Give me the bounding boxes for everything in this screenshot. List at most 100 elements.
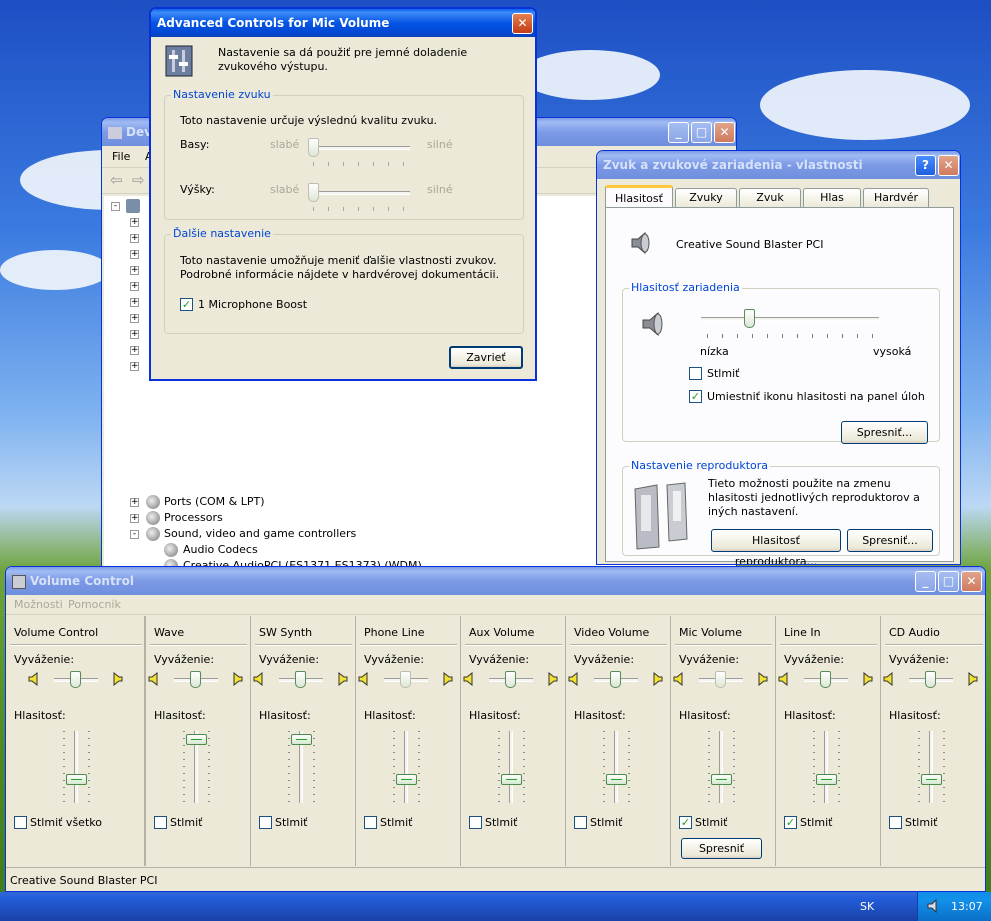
advanced-button[interactable]: Spresniť bbox=[681, 838, 762, 859]
close-button[interactable]: ✕ bbox=[714, 122, 735, 143]
microphone-boost-label: 1 Microphone Boost bbox=[198, 298, 308, 311]
volume-slider[interactable] bbox=[396, 773, 417, 785]
balance-slider[interactable] bbox=[190, 671, 201, 688]
expander[interactable]: + bbox=[130, 498, 139, 507]
right-speaker-icon bbox=[441, 671, 453, 687]
divider bbox=[885, 644, 983, 646]
mute-checkbox[interactable] bbox=[259, 816, 272, 829]
mute-checkbox[interactable]: ✓ bbox=[784, 816, 797, 829]
volume-label: Hlasitosť: bbox=[574, 709, 626, 722]
mute-checkbox[interactable] bbox=[154, 816, 167, 829]
expander[interactable]: + bbox=[130, 514, 139, 523]
back-arrow-icon[interactable]: ⇦ bbox=[110, 171, 123, 189]
volume-control-titlebar[interactable]: Volume Control _ □ ✕ bbox=[6, 567, 985, 595]
volume-slider[interactable] bbox=[606, 773, 627, 785]
mute-checkbox[interactable]: ✓ bbox=[679, 816, 692, 829]
balance-slider[interactable] bbox=[505, 671, 516, 688]
microphone-boost-checkbox[interactable]: ✓ bbox=[180, 298, 193, 311]
balance-slider[interactable] bbox=[925, 671, 936, 688]
expander[interactable]: + bbox=[130, 314, 139, 323]
device-volume-slider[interactable] bbox=[744, 309, 756, 328]
expander[interactable]: + bbox=[130, 218, 139, 227]
minimize-button[interactable]: _ bbox=[915, 571, 936, 592]
tab-hlas[interactable]: Hlas bbox=[803, 188, 861, 207]
mute-label: Stlmiť bbox=[380, 816, 413, 829]
balance-slider[interactable] bbox=[610, 671, 621, 688]
mixer-column: SW Synth Vyváženie: Hlasitosť: Stlmiť bbox=[251, 616, 356, 866]
right-speaker-icon bbox=[756, 671, 768, 687]
speaker-volume-button[interactable]: Hlasitosť reproduktora... bbox=[711, 529, 841, 564]
volume-slider[interactable] bbox=[66, 773, 87, 785]
help-button[interactable]: ? bbox=[915, 155, 936, 176]
volume-slider[interactable] bbox=[816, 773, 837, 785]
balance-slider[interactable] bbox=[295, 671, 306, 688]
mixer-column: Wave Vyváženie: Hlasitosť: Stlmiť bbox=[146, 616, 251, 866]
tab-hardvér[interactable]: Hardvér bbox=[863, 188, 929, 207]
balance-slider[interactable] bbox=[820, 671, 831, 688]
volume-ticks bbox=[838, 731, 840, 803]
mute-checkbox[interactable] bbox=[14, 816, 27, 829]
close-dialog-button[interactable]: Zavrieť bbox=[449, 346, 523, 369]
expander[interactable]: + bbox=[130, 298, 139, 307]
close-button[interactable]: ✕ bbox=[961, 571, 982, 592]
forward-arrow-icon[interactable]: ⇨ bbox=[132, 171, 145, 189]
mute-checkbox[interactable] bbox=[469, 816, 482, 829]
expander[interactable]: + bbox=[130, 330, 139, 339]
balance-slider[interactable] bbox=[400, 671, 411, 688]
expander[interactable]: - bbox=[111, 202, 120, 211]
left-speaker-icon bbox=[568, 671, 580, 687]
balance-label: Vyváženie: bbox=[679, 653, 740, 666]
tab-zvuky[interactable]: Zvuky bbox=[675, 188, 737, 207]
volume-slider[interactable] bbox=[186, 734, 207, 746]
tab-zvuk[interactable]: Zvuk bbox=[739, 188, 801, 207]
menu-options[interactable]: Možnosti bbox=[14, 598, 63, 611]
tray-icon-checkbox[interactable]: ✓ bbox=[689, 390, 702, 403]
speaker-description: Tieto možnosti použite na zmenu hlasitos… bbox=[708, 477, 920, 518]
maximize-button[interactable]: □ bbox=[691, 122, 712, 143]
volume-slider[interactable] bbox=[501, 773, 522, 785]
advanced-button[interactable]: Spresniť... bbox=[841, 421, 928, 444]
volume-slider[interactable] bbox=[291, 734, 312, 746]
computer-icon bbox=[126, 199, 140, 213]
expander[interactable]: - bbox=[130, 530, 139, 539]
mute-checkbox[interactable] bbox=[364, 816, 377, 829]
minimize-button[interactable]: _ bbox=[668, 122, 689, 143]
menu-file[interactable]: File bbox=[112, 150, 130, 163]
right-speaker-icon bbox=[111, 671, 123, 687]
high-label: vysoká bbox=[873, 345, 912, 358]
volume-label: Hlasitosť: bbox=[784, 709, 836, 722]
mute-checkbox[interactable] bbox=[689, 367, 702, 380]
divider bbox=[10, 644, 142, 646]
mixer-column: CD Audio Vyváženie: Hlasitosť: Stlmiť bbox=[881, 616, 985, 866]
tab-hlasitosť[interactable]: Hlasitosť bbox=[605, 185, 673, 208]
expander[interactable]: + bbox=[130, 234, 139, 243]
mute-checkbox[interactable] bbox=[889, 816, 902, 829]
slider-ticks bbox=[707, 334, 873, 338]
bass-slider[interactable] bbox=[308, 138, 319, 157]
menu-help[interactable]: Pomocník bbox=[68, 598, 121, 611]
maximize-button[interactable]: □ bbox=[938, 571, 959, 592]
volume-tray-icon[interactable] bbox=[926, 898, 942, 914]
expander[interactable]: + bbox=[130, 250, 139, 259]
close-button[interactable]: ✕ bbox=[938, 155, 959, 176]
mute-checkbox[interactable] bbox=[574, 816, 587, 829]
sound-properties-titlebar[interactable]: Zvuk a zvukové zariadenia - vlastnosti ?… bbox=[597, 151, 960, 179]
expander[interactable]: + bbox=[130, 266, 139, 275]
expander[interactable]: + bbox=[130, 282, 139, 291]
volume-track bbox=[509, 731, 513, 803]
advanced-controls-titlebar[interactable]: Advanced Controls for Mic Volume ✕ bbox=[151, 9, 535, 37]
mixer-column: Line In Vyváženie: Hlasitosť: ✓ Stlmiť bbox=[776, 616, 881, 866]
balance-slider[interactable] bbox=[70, 671, 81, 688]
volume-label: Hlasitosť: bbox=[14, 709, 66, 722]
expander[interactable]: + bbox=[130, 362, 139, 371]
language-indicator[interactable]: SK bbox=[860, 900, 874, 913]
expander[interactable]: + bbox=[130, 346, 139, 355]
sound-device-icon bbox=[164, 543, 178, 557]
speaker-advanced-button[interactable]: Spresniť... bbox=[847, 529, 933, 552]
close-button[interactable]: ✕ bbox=[512, 13, 533, 34]
treble-slider[interactable] bbox=[308, 183, 319, 202]
volume-slider[interactable] bbox=[711, 773, 732, 785]
balance-slider[interactable] bbox=[715, 671, 726, 688]
volume-slider[interactable] bbox=[921, 773, 942, 785]
volume-ticks bbox=[88, 731, 90, 803]
